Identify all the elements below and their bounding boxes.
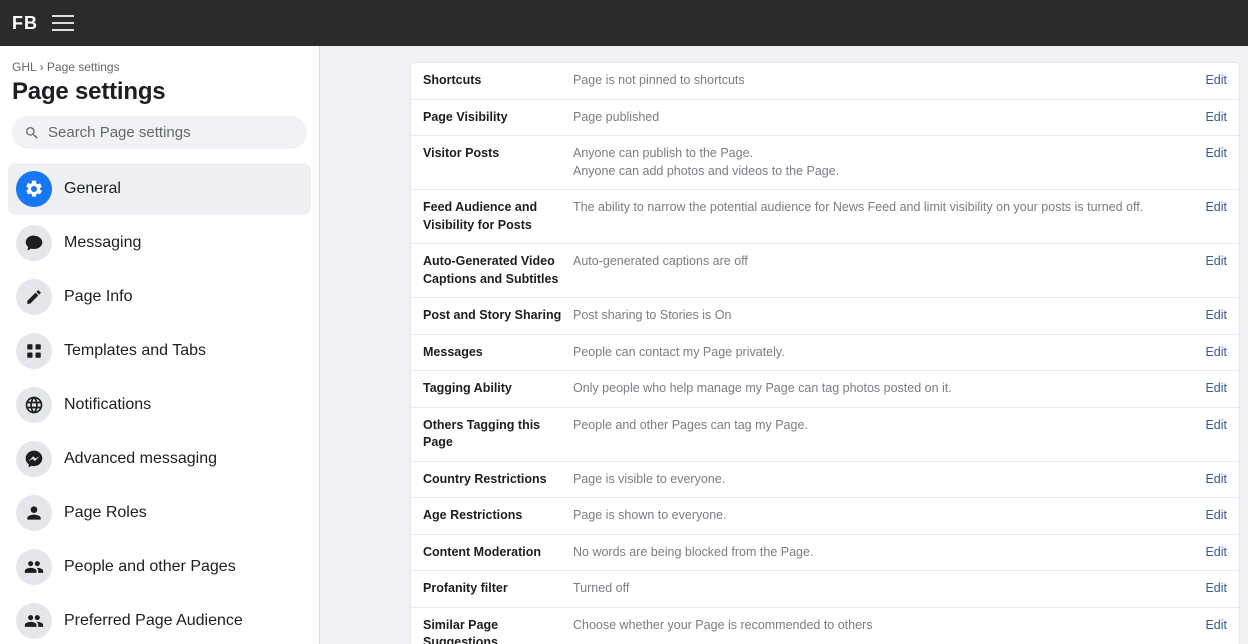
page-title: Page settings — [8, 78, 311, 116]
search-icon — [24, 125, 40, 141]
edit-link-auto-captions[interactable]: Edit — [1205, 253, 1227, 271]
setting-label: Others Tagging this Page — [423, 417, 573, 452]
topbar: FB — [0, 0, 1248, 46]
edit-link-messages[interactable]: Edit — [1205, 344, 1227, 362]
settings-table: ShortcutsPage is not pinned to shortcuts… — [410, 62, 1240, 644]
setting-row-post-story-sharing: Post and Story SharingPost sharing to St… — [411, 298, 1239, 335]
setting-label: Messages — [423, 344, 573, 362]
setting-value: People can contact my Page privately. — [573, 344, 1193, 362]
edit-link-similar-suggestions[interactable]: Edit — [1205, 617, 1227, 635]
setting-value: Turned off — [573, 580, 1193, 598]
setting-value: Auto-generated captions are off — [573, 253, 1193, 271]
setting-row-age-restrictions: Age RestrictionsPage is shown to everyon… — [411, 498, 1239, 535]
setting-label: Age Restrictions — [423, 507, 573, 525]
hamburger-icon[interactable] — [52, 15, 74, 31]
search-input[interactable] — [48, 124, 295, 141]
setting-row-country-restrictions: Country RestrictionsPage is visible to e… — [411, 462, 1239, 499]
chat-icon — [16, 225, 52, 261]
people-icon — [16, 549, 52, 585]
setting-label: Visitor Posts — [423, 145, 573, 163]
setting-row-feed-audience: Feed Audience and Visibility for PostsTh… — [411, 190, 1239, 244]
setting-row-visitor-posts: Visitor PostsAnyone can publish to the P… — [411, 136, 1239, 190]
setting-label: Country Restrictions — [423, 471, 573, 489]
setting-label: Shortcuts — [423, 72, 573, 90]
edit-link-visitor-posts[interactable]: Edit — [1205, 145, 1227, 163]
sidebar-item-page-roles[interactable]: Page Roles — [8, 487, 311, 539]
sidebar-item-page-info[interactable]: Page Info — [8, 271, 311, 323]
setting-value: Anyone can publish to the Page. Anyone c… — [573, 145, 1193, 180]
setting-label: Feed Audience and Visibility for Posts — [423, 199, 573, 234]
edit-link-others-tagging[interactable]: Edit — [1205, 417, 1227, 435]
setting-row-tagging-ability: Tagging AbilityOnly people who help mana… — [411, 371, 1239, 408]
setting-value: Page published — [573, 109, 1193, 127]
setting-label: Auto-Generated Video Captions and Subtit… — [423, 253, 573, 288]
setting-value: Page is visible to everyone. — [573, 471, 1193, 489]
edit-link-age-restrictions[interactable]: Edit — [1205, 507, 1227, 525]
sidebar-item-label: Templates and Tabs — [64, 342, 206, 360]
sidebar-item-advanced-messaging[interactable]: Advanced messaging — [8, 433, 311, 485]
sidebar-item-templates-tabs[interactable]: Templates and Tabs — [8, 325, 311, 377]
setting-label: Tagging Ability — [423, 380, 573, 398]
setting-value: Post sharing to Stories is On — [573, 307, 1193, 325]
pencil-icon — [16, 279, 52, 315]
people-icon — [16, 603, 52, 639]
edit-link-page-visibility[interactable]: Edit — [1205, 109, 1227, 127]
sidebar-item-notifications[interactable]: Notifications — [8, 379, 311, 431]
setting-value: No words are being blocked from the Page… — [573, 544, 1193, 562]
setting-row-others-tagging: Others Tagging this PagePeople and other… — [411, 408, 1239, 462]
search-container[interactable] — [12, 116, 307, 149]
edit-link-post-story-sharing[interactable]: Edit — [1205, 307, 1227, 325]
setting-value: Choose whether your Page is recommended … — [573, 617, 1193, 635]
globe-icon — [16, 387, 52, 423]
setting-row-content-moderation: Content ModerationNo words are being blo… — [411, 535, 1239, 572]
person-icon — [16, 495, 52, 531]
grid-icon — [16, 333, 52, 369]
sidebar-item-messaging[interactable]: Messaging — [8, 217, 311, 269]
sidebar: GHL › Page settings Page settings Genera… — [0, 46, 320, 644]
setting-value: Only people who help manage my Page can … — [573, 380, 1193, 398]
setting-row-profanity-filter: Profanity filterTurned off Edit — [411, 571, 1239, 608]
edit-link-country-restrictions[interactable]: Edit — [1205, 471, 1227, 489]
setting-value: The ability to narrow the potential audi… — [573, 199, 1193, 217]
nav-list: General Messaging Page Info Templates and T… — [8, 163, 311, 644]
gear-icon — [16, 171, 52, 207]
edit-link-feed-audience[interactable]: Edit — [1205, 199, 1227, 217]
sidebar-item-label: Preferred Page Audience — [64, 612, 243, 630]
sidebar-item-label: Advanced messaging — [64, 450, 217, 468]
sidebar-item-general[interactable]: General — [8, 163, 311, 215]
sidebar-item-label: Messaging — [64, 234, 141, 252]
messenger-icon — [16, 441, 52, 477]
setting-label: Post and Story Sharing — [423, 307, 573, 325]
logo[interactable]: FB — [12, 13, 38, 34]
edit-link-profanity-filter[interactable]: Edit — [1205, 580, 1227, 598]
setting-label: Profanity filter — [423, 580, 573, 598]
sidebar-item-label: Page Info — [64, 288, 133, 306]
main-content: ShortcutsPage is not pinned to shortcuts… — [320, 46, 1248, 644]
edit-link-content-moderation[interactable]: Edit — [1205, 544, 1227, 562]
sidebar-item-people-pages[interactable]: People and other Pages — [8, 541, 311, 593]
setting-value: Page is shown to everyone. — [573, 507, 1193, 525]
setting-row-page-visibility: Page VisibilityPage published Edit — [411, 100, 1239, 137]
setting-row-similar-suggestions: Similar Page SuggestionsChoose whether y… — [411, 608, 1239, 644]
setting-row-messages: MessagesPeople can contact my Page priva… — [411, 335, 1239, 372]
setting-row-shortcuts: ShortcutsPage is not pinned to shortcuts… — [411, 63, 1239, 100]
edit-link-shortcuts[interactable]: Edit — [1205, 72, 1227, 90]
sidebar-item-preferred-audience[interactable]: Preferred Page Audience — [8, 595, 311, 644]
sidebar-item-label: General — [64, 180, 121, 198]
setting-label: Page Visibility — [423, 109, 573, 127]
setting-row-auto-captions: Auto-Generated Video Captions and Subtit… — [411, 244, 1239, 298]
setting-value: People and other Pages can tag my Page. — [573, 417, 1193, 435]
sidebar-item-label: People and other Pages — [64, 558, 236, 576]
breadcrumb[interactable]: GHL › Page settings — [8, 60, 311, 78]
setting-label: Similar Page Suggestions — [423, 617, 573, 644]
setting-value: Page is not pinned to shortcuts — [573, 72, 1193, 90]
sidebar-item-label: Notifications — [64, 396, 151, 414]
sidebar-item-label: Page Roles — [64, 504, 147, 522]
setting-label: Content Moderation — [423, 544, 573, 562]
edit-link-tagging-ability[interactable]: Edit — [1205, 380, 1227, 398]
